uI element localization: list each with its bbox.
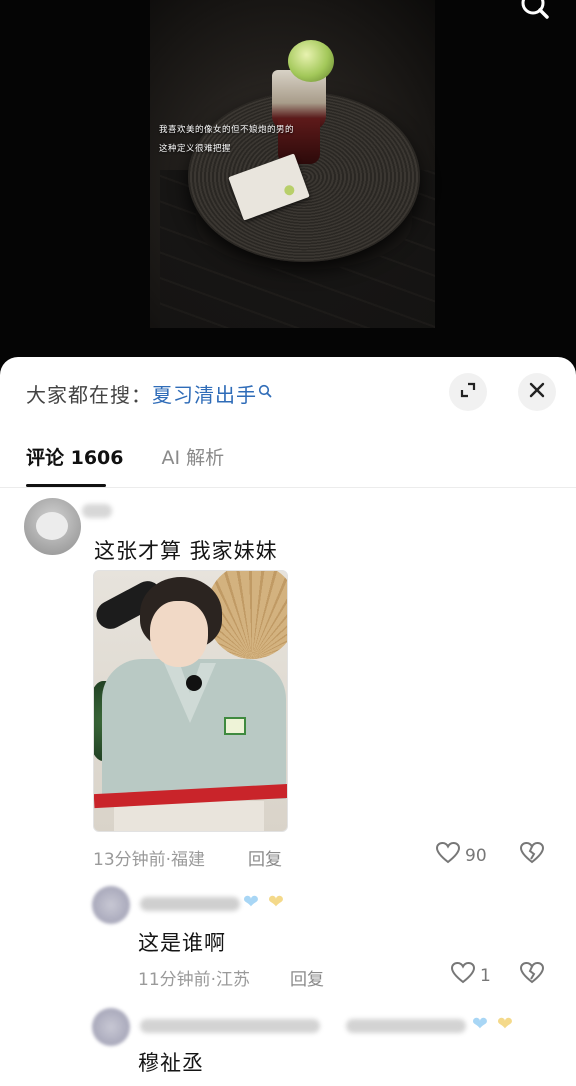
like-count: 1 [480, 965, 491, 986]
username-blurred[interactable] [140, 897, 240, 911]
dislike-button[interactable] [519, 841, 545, 869]
username-blurred[interactable] [82, 504, 112, 518]
comment-time-location: 11分钟前·江苏 [138, 970, 251, 990]
tab-comments[interactable]: 评论 1606 [26, 443, 124, 487]
video-caption-line2: 这种定义很难把握 [159, 144, 232, 154]
username-blurred[interactable] [140, 1019, 320, 1033]
video-caption-line1: 我喜欢美的像女的但不娘炮的男的 [159, 125, 295, 135]
expand-icon [459, 381, 477, 403]
like-count: 90 [465, 845, 487, 866]
search-icon[interactable] [520, 0, 550, 22]
comment-text: 这是谁啊 [138, 931, 226, 955]
broken-heart-icon [519, 961, 545, 989]
comment-text: 穆祉丞 [138, 1051, 204, 1075]
search-icon [258, 379, 272, 403]
video-player[interactable]: 我喜欢美的像女的但不娘炮的男的 这种定义很难把握 [0, 0, 576, 370]
like-button[interactable]: 1 [450, 961, 491, 990]
broken-heart-icon [519, 841, 545, 869]
reply-target-blurred[interactable] [346, 1019, 466, 1033]
tab-ai-analysis[interactable]: AI 解析 [162, 443, 225, 487]
close-icon [528, 381, 546, 403]
comment-tabs: 评论 1606 AI 解析 [26, 443, 224, 487]
avatar[interactable] [24, 498, 81, 555]
divider [0, 487, 576, 488]
yellow-heart-icon: ❤ [497, 1013, 513, 1035]
comment-text: 这张才算 我家妹妹 [94, 539, 278, 563]
heart-icon [435, 841, 461, 870]
trending-search[interactable]: 大家都在搜：夏习清出手 [26, 379, 272, 408]
reply-button[interactable]: 回复 [290, 965, 324, 990]
apple-image [288, 40, 334, 82]
yellow-heart-icon: ❤ [268, 891, 284, 913]
comment-photo[interactable] [93, 570, 288, 832]
expand-button[interactable] [449, 373, 487, 411]
blue-heart-icon: ❤ [243, 891, 259, 913]
trending-keyword[interactable]: 夏习清出手 [152, 383, 257, 407]
like-button[interactable]: 90 [435, 841, 487, 870]
close-button[interactable] [518, 373, 556, 411]
avatar[interactable] [92, 886, 130, 924]
trending-prefix: 大家都在搜： [26, 383, 152, 407]
avatar[interactable] [92, 1008, 130, 1046]
comment-time-location: 13分钟前·福建 [93, 850, 206, 870]
dislike-button[interactable] [519, 961, 545, 989]
heart-icon [450, 961, 476, 990]
reply-button[interactable]: 回复 [248, 845, 282, 870]
comment-panel: 大家都在搜：夏习清出手 评论 1606 AI 解析 这张才算 我家妹妹 13分钟… [0, 357, 576, 1086]
blue-heart-icon: ❤ [472, 1013, 488, 1035]
